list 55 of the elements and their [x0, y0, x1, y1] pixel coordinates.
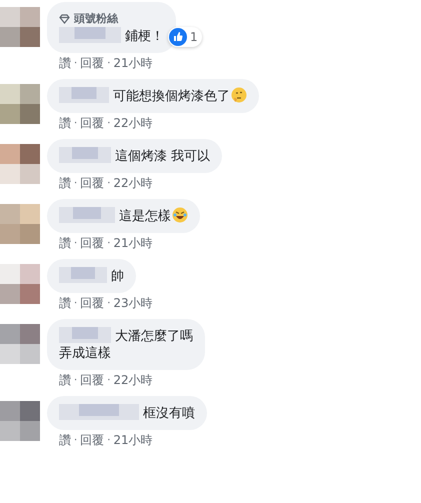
- like-link[interactable]: 讚: [59, 116, 71, 131]
- timestamp: 22小時: [113, 116, 153, 131]
- reply-link[interactable]: 回覆: [80, 56, 104, 71]
- separator-dot: ·: [74, 57, 78, 71]
- separator-dot: ·: [74, 374, 78, 388]
- badge-label: 頭號粉絲: [74, 11, 118, 27]
- like-link[interactable]: 讚: [59, 176, 71, 191]
- timestamp: 21小時: [113, 236, 153, 251]
- separator-dot: ·: [74, 117, 78, 131]
- comment-text: 可能想換個烤漆色了: [113, 89, 230, 104]
- separator-dot: ·: [107, 237, 110, 251]
- separator-dot: ·: [74, 434, 78, 448]
- separator-dot: ·: [107, 374, 110, 388]
- blurred-name: [59, 87, 109, 103]
- comment-text: 這是怎樣: [119, 209, 171, 224]
- like-link[interactable]: 讚: [59, 373, 71, 388]
- reply-link[interactable]: 回覆: [80, 176, 104, 191]
- timestamp: 22小時: [113, 176, 153, 191]
- laughing-face-icon: [172, 207, 188, 223]
- thumbs-up-icon: [169, 28, 187, 46]
- like-link[interactable]: 讚: [59, 433, 71, 448]
- timestamp: 22小時: [113, 373, 153, 388]
- reply-link[interactable]: 回覆: [80, 373, 104, 388]
- thinking-face-icon: [231, 87, 247, 103]
- blurred-name: [59, 27, 121, 43]
- timestamp: 21小時: [113, 433, 153, 448]
- blurred-name: [59, 147, 111, 163]
- separator-dot: ·: [107, 177, 110, 191]
- like-link[interactable]: 讚: [59, 296, 71, 311]
- separator-dot: ·: [74, 297, 78, 311]
- comment-text: 帥: [111, 269, 124, 284]
- reply-link[interactable]: 回覆: [80, 296, 104, 311]
- reaction-count[interactable]: 1: [168, 27, 202, 47]
- separator-dot: ·: [107, 434, 110, 448]
- reply-link[interactable]: 回覆: [80, 116, 104, 131]
- comment-text: 大潘怎麼了嗎: [115, 329, 193, 344]
- like-link[interactable]: 讚: [59, 56, 71, 71]
- separator-dot: ·: [74, 177, 78, 191]
- comment-text: 鋪梗！: [125, 29, 164, 44]
- reply-link[interactable]: 回覆: [80, 433, 104, 448]
- comment-text: 這個烤漆 我可以: [115, 149, 210, 164]
- timestamp: 23小時: [113, 296, 153, 311]
- comment-text: 框沒有噴: [143, 406, 195, 421]
- separator-dot: ·: [107, 117, 110, 131]
- blurred-name: [59, 267, 107, 283]
- blurred-name: [59, 207, 115, 223]
- separator-dot: ·: [74, 237, 78, 251]
- reply-link[interactable]: 回覆: [80, 236, 104, 251]
- blurred-name: [59, 327, 111, 343]
- separator-dot: ·: [107, 57, 110, 71]
- comment-text: 弄成這樣: [59, 345, 111, 362]
- diamond-icon: [59, 14, 70, 24]
- like-link[interactable]: 讚: [59, 236, 71, 251]
- timestamp: 21小時: [113, 56, 153, 71]
- separator-dot: ·: [107, 297, 110, 311]
